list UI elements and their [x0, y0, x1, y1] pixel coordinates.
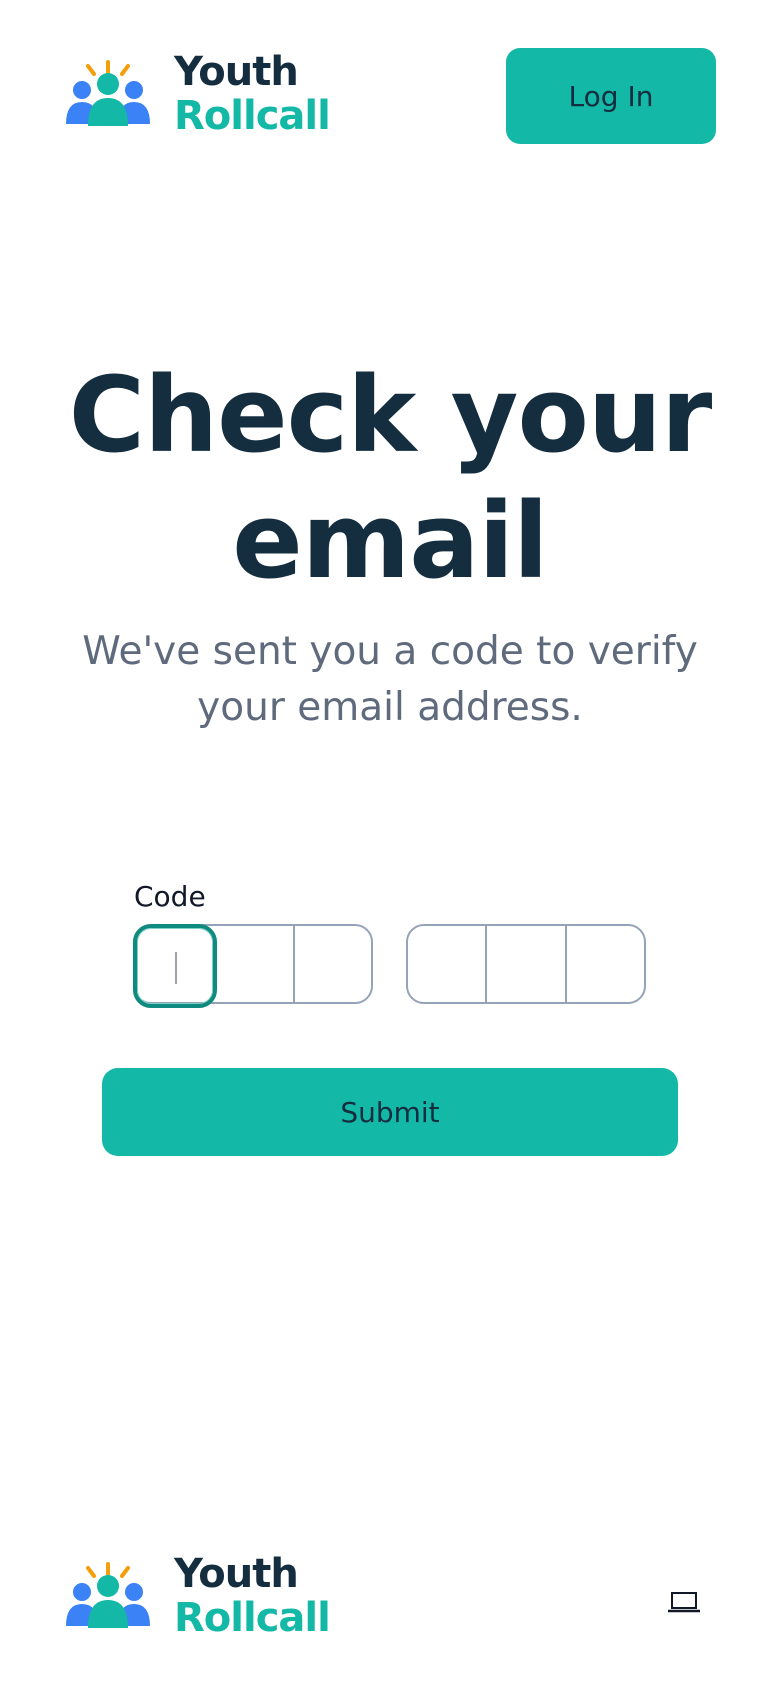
- code-digit-4[interactable]: [408, 926, 488, 1002]
- header: Youth Rollcall Log In: [0, 0, 780, 170]
- login-button[interactable]: Log In: [506, 48, 716, 144]
- text-caret: [175, 952, 177, 984]
- footer-logo[interactable]: Youth Rollcall: [66, 1551, 331, 1641]
- submit-button[interactable]: Submit: [102, 1068, 678, 1156]
- laptop-icon[interactable]: [668, 1590, 700, 1614]
- code-digit-5[interactable]: [487, 926, 567, 1002]
- page-title: Check your email: [40, 352, 740, 604]
- people-group-icon: [66, 60, 150, 126]
- code-digit-1[interactable]: [133, 924, 217, 1008]
- code-digit-2[interactable]: [217, 926, 295, 1002]
- logo-text-rollcall: Rollcall: [174, 93, 331, 139]
- page-title-line1: Check your: [68, 354, 712, 476]
- logo-text-youth: Youth: [174, 1551, 299, 1597]
- code-group-1: [133, 924, 373, 1008]
- logo-text-rollcall: Rollcall: [174, 1595, 331, 1641]
- header-logo[interactable]: Youth Rollcall: [66, 49, 331, 139]
- page-subtitle: We've sent you a code to verify your ema…: [82, 629, 698, 730]
- logo-text-youth: Youth: [174, 49, 299, 95]
- logo-text: Youth Rollcall: [174, 1551, 331, 1641]
- logo-text: Youth Rollcall: [174, 49, 331, 139]
- code-label: Code: [134, 880, 206, 913]
- code-group-2: [406, 924, 646, 1004]
- people-group-icon: [66, 1562, 150, 1628]
- code-digit-3[interactable]: [295, 926, 371, 1002]
- code-digit-6[interactable]: [567, 926, 644, 1002]
- page-title-line2: email: [232, 480, 548, 602]
